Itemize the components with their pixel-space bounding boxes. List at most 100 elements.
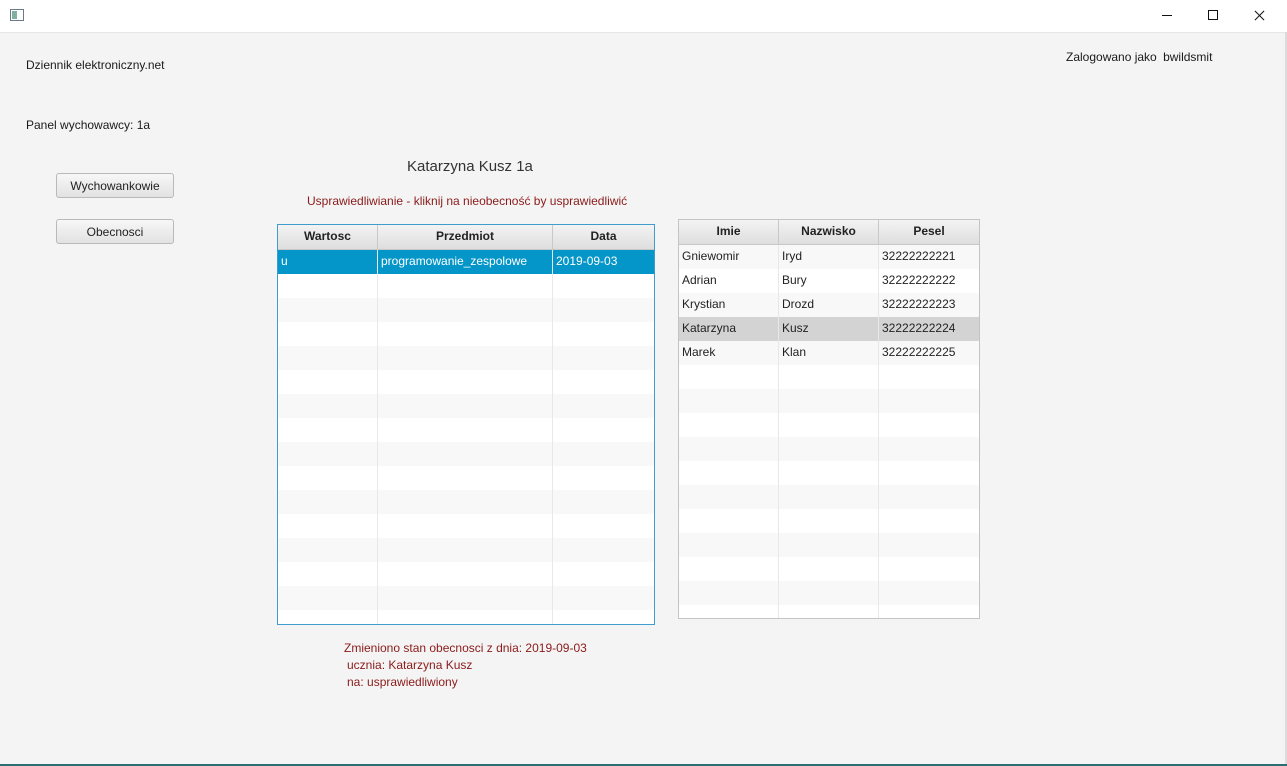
table-row[interactable] xyxy=(679,509,979,533)
obecnosci-button[interactable]: Obecnosci xyxy=(56,219,174,244)
absence-cell xyxy=(278,346,378,370)
absence-cell xyxy=(378,466,553,490)
student-cell xyxy=(679,485,779,509)
table-row[interactable]: Marek Klan 32222222225 xyxy=(679,341,979,365)
student-cell: Adrian xyxy=(679,269,779,293)
table-row[interactable] xyxy=(679,533,979,557)
student-cell xyxy=(779,581,879,605)
table-row[interactable] xyxy=(679,581,979,605)
table-row[interactable] xyxy=(278,586,654,610)
table-row[interactable]: Katarzyna Kusz 32222222224 xyxy=(679,317,979,341)
absence-cell xyxy=(378,418,553,442)
student-cell xyxy=(779,413,879,437)
student-cell: Drozd xyxy=(779,293,879,317)
column-header-wartosc[interactable]: Wartosc xyxy=(278,225,378,249)
absence-cell xyxy=(278,490,378,514)
absence-cell xyxy=(553,490,654,514)
table-row[interactable] xyxy=(278,562,654,586)
student-cell xyxy=(779,557,879,581)
absence-cell xyxy=(553,298,654,322)
table-row[interactable]: Adrian Bury 32222222222 xyxy=(679,269,979,293)
absences-table-body: u programowanie_zespolowe 2019-09-03 xyxy=(278,250,654,624)
absence-cell xyxy=(553,562,654,586)
wychowankowie-button[interactable]: Wychowankowie xyxy=(56,173,174,198)
absence-cell xyxy=(378,610,553,624)
table-row[interactable] xyxy=(278,514,654,538)
table-row[interactable] xyxy=(278,490,654,514)
absence-cell xyxy=(278,538,378,562)
table-row[interactable] xyxy=(679,461,979,485)
table-row[interactable] xyxy=(679,485,979,509)
student-cell: Bury xyxy=(779,269,879,293)
table-row[interactable] xyxy=(278,466,654,490)
absence-cell xyxy=(278,298,378,322)
panel-title: Panel wychowawcy: 1a xyxy=(26,118,150,132)
table-row[interactable] xyxy=(679,389,979,413)
absence-cell xyxy=(278,586,378,610)
absence-cell: 2019-09-03 xyxy=(556,254,618,268)
absence-cell xyxy=(278,370,378,394)
absence-cell xyxy=(553,346,654,370)
table-row[interactable] xyxy=(278,370,654,394)
app-name: Dziennik elektroniczny.net xyxy=(26,58,165,72)
absence-cell xyxy=(553,394,654,418)
username: bwildsmit xyxy=(1163,50,1213,64)
student-cell xyxy=(879,581,979,605)
student-cell xyxy=(779,461,879,485)
table-row[interactable] xyxy=(679,365,979,389)
absence-cell xyxy=(278,466,378,490)
student-cell xyxy=(879,533,979,557)
column-header-przedmiot[interactable]: Przedmiot xyxy=(378,225,553,249)
absence-cell: u xyxy=(278,250,378,274)
table-row[interactable] xyxy=(278,298,654,322)
minimize-icon[interactable] xyxy=(1144,0,1190,32)
student-cell xyxy=(779,365,879,389)
absence-cell xyxy=(278,322,378,346)
student-cell: Katarzyna xyxy=(679,317,779,341)
table-row[interactable] xyxy=(679,605,979,618)
absences-table[interactable]: Wartosc Przedmiot Data u programowanie_ze… xyxy=(277,224,655,625)
table-row[interactable] xyxy=(679,557,979,581)
absence-cell xyxy=(553,466,654,490)
student-cell xyxy=(879,557,979,581)
students-table[interactable]: Imie Nazwisko Pesel Gniewomir Iryd 3222222… xyxy=(678,219,980,619)
column-header-nazwisko[interactable]: Nazwisko xyxy=(779,220,879,244)
absence-cell xyxy=(378,514,553,538)
table-row[interactable] xyxy=(679,413,979,437)
maximize-icon[interactable] xyxy=(1190,0,1236,32)
table-row[interactable]: Gniewomir Iryd 32222222221 xyxy=(679,245,979,269)
table-row[interactable] xyxy=(278,274,654,298)
table-row[interactable] xyxy=(278,418,654,442)
table-row[interactable] xyxy=(278,322,654,346)
student-cell xyxy=(879,437,979,461)
absence-cell xyxy=(378,562,553,586)
table-row[interactable] xyxy=(278,610,654,624)
table-row[interactable]: Krystian Drozd 32222222223 xyxy=(679,293,979,317)
panel-class: 1a xyxy=(136,118,151,132)
table-row[interactable] xyxy=(278,442,654,466)
student-cell xyxy=(779,389,879,413)
column-header-pesel[interactable]: Pesel xyxy=(879,220,979,244)
table-row[interactable]: u programowanie_zespolowe 2019-09-03 xyxy=(278,250,654,274)
student-cell: Marek xyxy=(679,341,779,365)
table-row[interactable] xyxy=(679,437,979,461)
absence-cell xyxy=(553,418,654,442)
logged-in-info: Zalogowano jako bwildsmit xyxy=(1066,50,1212,64)
absence-cell xyxy=(553,442,654,466)
table-row[interactable] xyxy=(278,394,654,418)
absence-cell xyxy=(553,586,654,610)
student-cell xyxy=(779,605,879,618)
column-header-imie[interactable]: Imie xyxy=(679,220,779,244)
student-cell xyxy=(779,533,879,557)
student-cell xyxy=(679,581,779,605)
absence-cell xyxy=(553,322,654,346)
table-row[interactable] xyxy=(278,346,654,370)
column-header-data[interactable]: Data xyxy=(553,225,654,249)
absence-cell xyxy=(278,418,378,442)
absence-cell xyxy=(278,562,378,586)
absence-cell xyxy=(378,370,553,394)
absence-cell xyxy=(553,538,654,562)
table-row[interactable] xyxy=(278,538,654,562)
student-cell xyxy=(679,437,779,461)
close-icon[interactable] xyxy=(1236,0,1282,32)
